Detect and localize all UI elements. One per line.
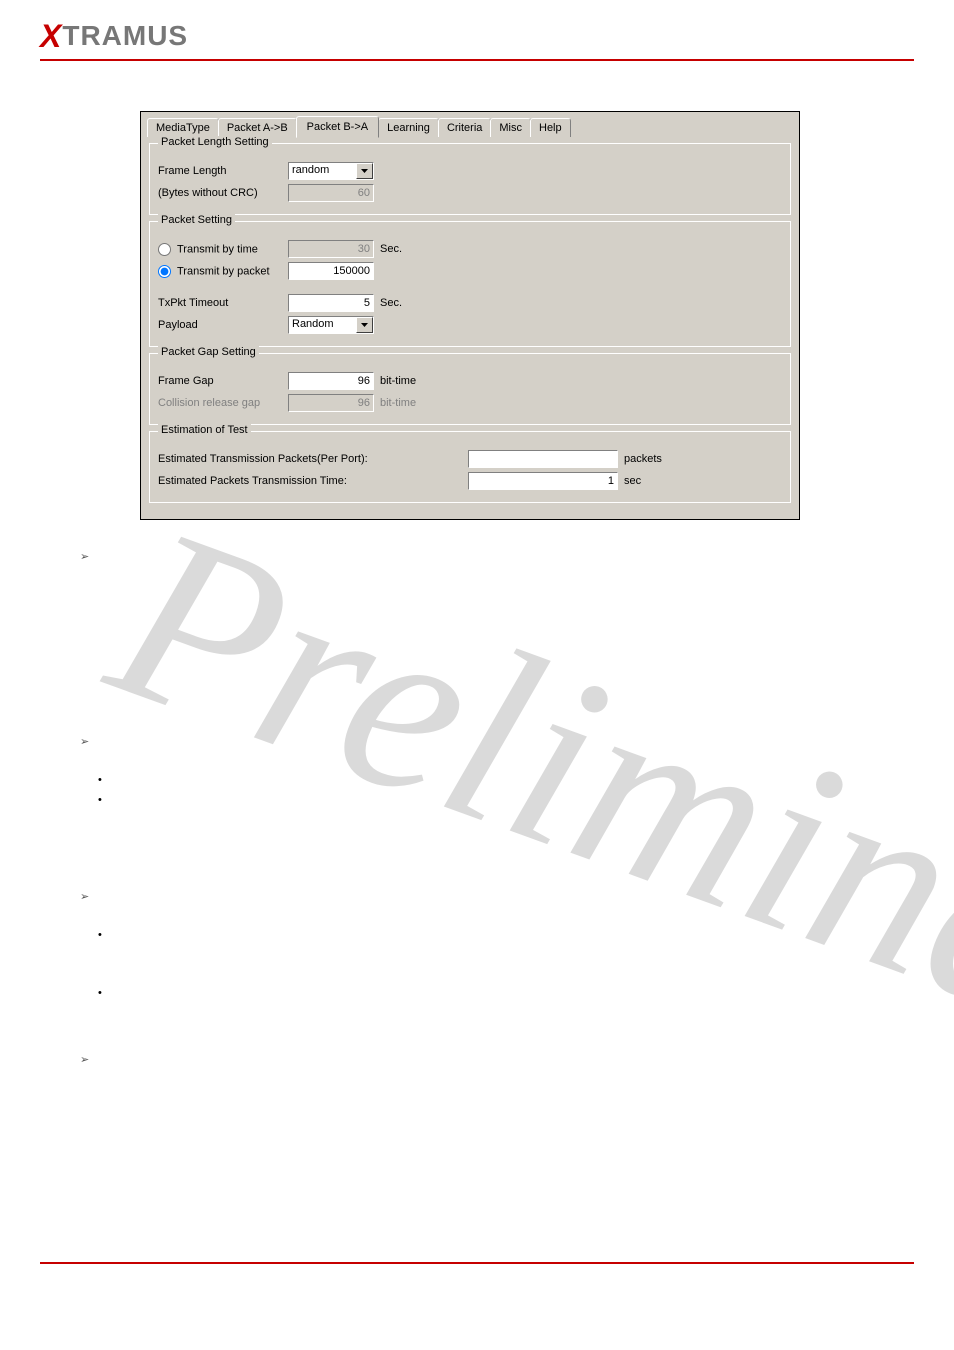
frame-gap-input[interactable] bbox=[288, 372, 374, 390]
arrow-icon: ➢ bbox=[80, 890, 98, 903]
packet-gap-legend: Packet Gap Setting bbox=[158, 346, 259, 358]
notes-area: ➢ ➢ • • ➢ • • ➢ bbox=[80, 550, 860, 1066]
frame-length-value: random bbox=[289, 163, 356, 179]
tab-criteria[interactable]: Criteria bbox=[438, 118, 491, 137]
logo-rest: TRAMUS bbox=[62, 20, 188, 51]
tab-learning[interactable]: Learning bbox=[378, 118, 439, 137]
transmit-time-unit: Sec. bbox=[380, 243, 402, 255]
frame-gap-label: Frame Gap bbox=[158, 375, 288, 387]
transmit-time-label: Transmit by time bbox=[177, 243, 258, 255]
ept-unit: sec bbox=[624, 475, 684, 487]
etp-unit: packets bbox=[624, 453, 684, 465]
estimation-group: Estimation of Test Estimated Transmissio… bbox=[149, 431, 791, 503]
etp-label: Estimated Transmission Packets(Per Port)… bbox=[158, 453, 468, 465]
footer-rule bbox=[40, 1262, 914, 1264]
txpkt-timeout-label: TxPkt Timeout bbox=[158, 297, 288, 309]
chevron-down-icon bbox=[356, 163, 373, 179]
bullet-icon: • bbox=[98, 794, 112, 806]
payload-value: Random bbox=[289, 317, 356, 333]
transmit-packet-label: Transmit by packet bbox=[177, 265, 270, 277]
tab-help[interactable]: Help bbox=[530, 118, 571, 137]
packet-setting-group: Packet Setting Transmit by time Sec. Tra… bbox=[149, 221, 791, 347]
tab-packet-ab[interactable]: Packet A->B bbox=[218, 118, 297, 137]
packet-length-group: Packet Length Setting Frame Length rando… bbox=[149, 143, 791, 215]
arrow-icon: ➢ bbox=[80, 1053, 98, 1066]
arrow-icon: ➢ bbox=[80, 735, 98, 748]
logo-x: X bbox=[40, 18, 62, 54]
packet-gap-group: Packet Gap Setting Frame Gap bit-time Co… bbox=[149, 353, 791, 425]
transmit-packet-radio[interactable] bbox=[158, 265, 171, 278]
ept-label: Estimated Packets Transmission Time: bbox=[158, 475, 468, 487]
frame-length-select[interactable]: random bbox=[288, 162, 374, 180]
transmit-time-input bbox=[288, 240, 374, 258]
collision-unit: bit-time bbox=[380, 397, 416, 409]
tab-row: MediaType Packet A->B Packet B->A Learni… bbox=[147, 116, 793, 137]
collision-input bbox=[288, 394, 374, 412]
etp-output bbox=[468, 450, 618, 468]
packet-ba-panel: MediaType Packet A->B Packet B->A Learni… bbox=[140, 111, 800, 520]
payload-select[interactable]: Random bbox=[288, 316, 374, 334]
transmit-time-radio[interactable] bbox=[158, 243, 171, 256]
bullet-icon: • bbox=[98, 987, 112, 999]
header-rule bbox=[40, 59, 914, 61]
arrow-icon: ➢ bbox=[80, 550, 98, 563]
ept-output bbox=[468, 472, 618, 490]
txpkt-timeout-input[interactable] bbox=[288, 294, 374, 312]
packet-length-legend: Packet Length Setting bbox=[158, 136, 272, 148]
frame-gap-unit: bit-time bbox=[380, 375, 416, 387]
bullet-icon: • bbox=[98, 774, 112, 786]
tab-packet-ba[interactable]: Packet B->A bbox=[296, 116, 379, 138]
estimation-legend: Estimation of Test bbox=[158, 424, 251, 436]
collision-label: Collision release gap bbox=[158, 397, 288, 409]
transmit-packet-radio-wrap: Transmit by packet bbox=[158, 265, 288, 278]
tab-mediatype[interactable]: MediaType bbox=[147, 118, 219, 137]
txpkt-timeout-unit: Sec. bbox=[380, 297, 402, 309]
frame-length-label: Frame Length bbox=[158, 165, 288, 177]
bytes-label: (Bytes without CRC) bbox=[158, 187, 288, 199]
transmit-time-radio-wrap: Transmit by time bbox=[158, 243, 288, 256]
chevron-down-icon bbox=[356, 317, 373, 333]
packet-setting-legend: Packet Setting bbox=[158, 214, 235, 226]
logo: XTRAMUS bbox=[40, 18, 914, 55]
tab-misc[interactable]: Misc bbox=[490, 118, 531, 137]
bullet-icon: • bbox=[98, 929, 112, 941]
bytes-input bbox=[288, 184, 374, 202]
transmit-packet-input[interactable] bbox=[288, 262, 374, 280]
payload-label: Payload bbox=[158, 319, 288, 331]
